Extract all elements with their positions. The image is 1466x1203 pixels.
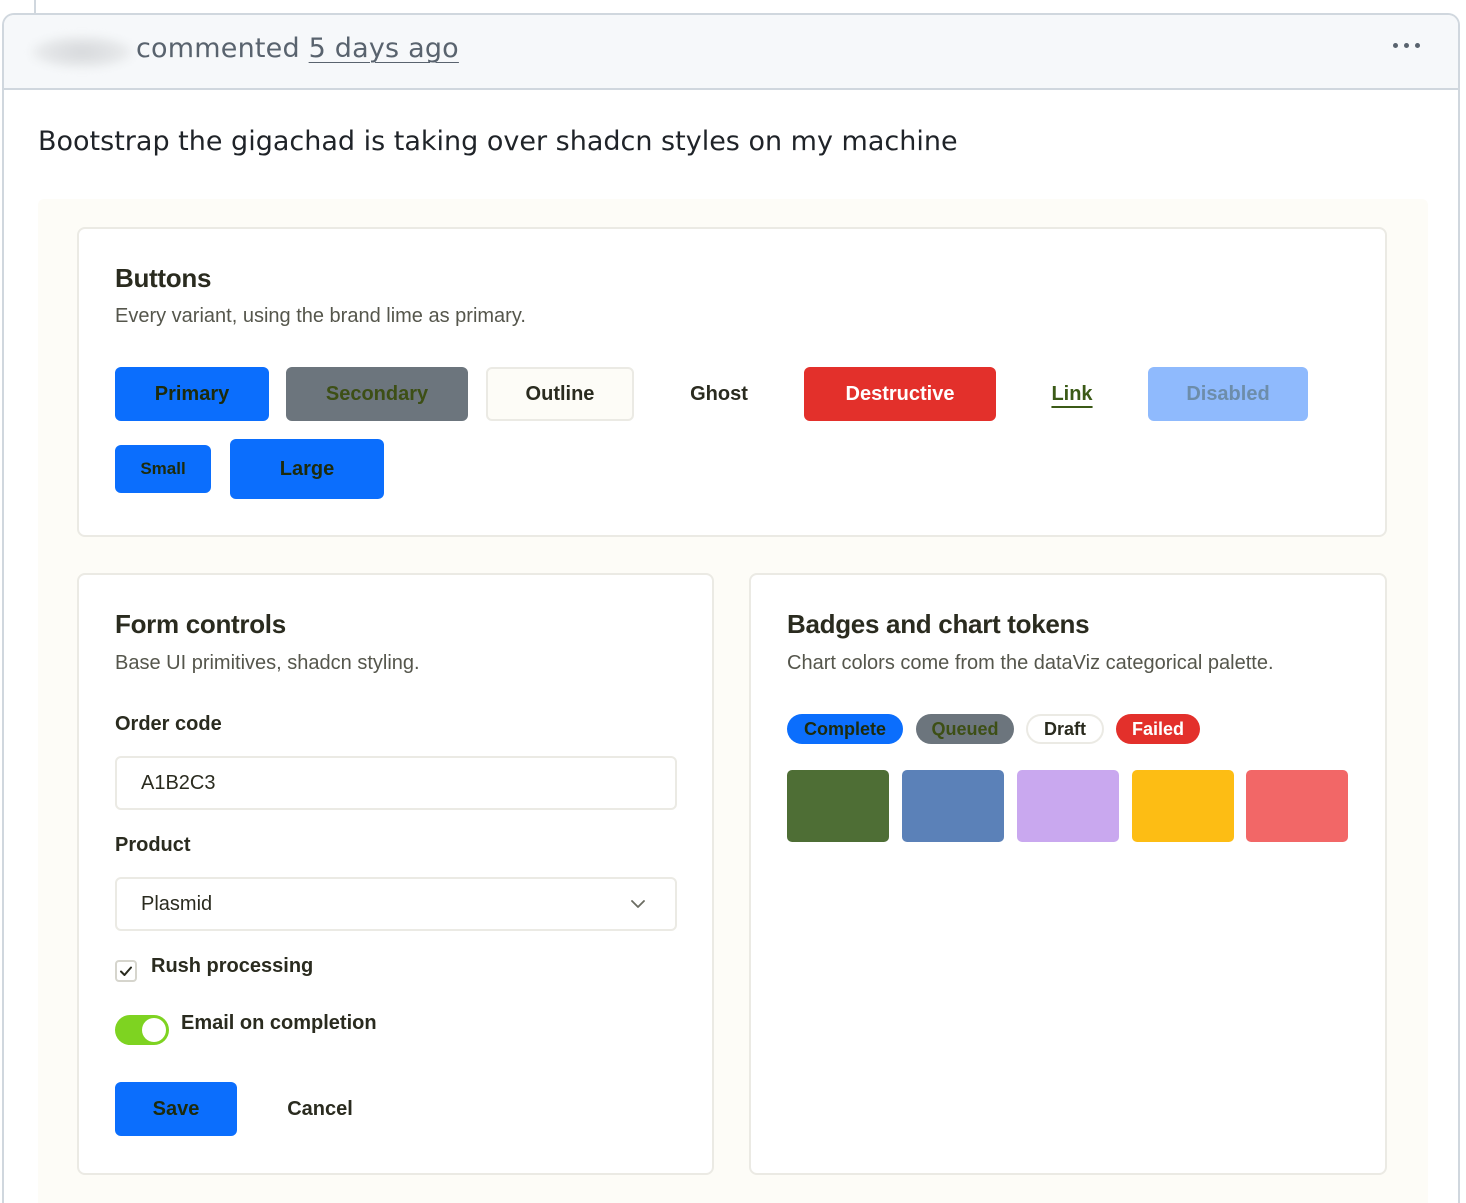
order-code-value: A1B2C3 [141, 771, 216, 794]
check-icon [120, 966, 132, 976]
comment-meta: commented 5 days ago [136, 33, 459, 64]
small-button[interactable]: Small [115, 445, 211, 493]
author-name-redacted [30, 35, 134, 69]
card-title: Badges and chart tokens [787, 609, 1090, 639]
screenshot-preview: Buttons Every variant, using the brand l… [38, 199, 1428, 1203]
product-selected-value: Plasmid [141, 892, 213, 915]
more-options-icon[interactable] [1389, 39, 1424, 52]
destructive-button[interactable]: Destructive [804, 367, 996, 421]
save-button[interactable]: Save [115, 1082, 237, 1136]
cancel-button[interactable]: Cancel [259, 1082, 381, 1136]
outline-button[interactable]: Outline [486, 367, 634, 421]
chart-color-swatch-2 [902, 770, 1004, 842]
card-description: Chart colors come from the dataViz categ… [787, 652, 1274, 674]
card-title: Buttons [115, 263, 212, 293]
comment-action: commented [136, 33, 300, 64]
dot [1415, 43, 1420, 48]
chart-color-swatch-3 [1017, 770, 1119, 842]
chart-color-swatch-5 [1246, 770, 1348, 842]
comment-body: Bootstrap the gigachad is taking over sh… [38, 126, 958, 157]
buttons-card: Buttons Every variant, using the brand l… [77, 227, 1387, 537]
ghost-button[interactable]: Ghost [651, 367, 787, 421]
badges-chart-tokens-card: Badges and chart tokens Chart colors com… [749, 573, 1387, 1175]
toggle-knob [142, 1018, 166, 1042]
secondary-button[interactable]: Secondary [286, 367, 468, 421]
badge-complete: Complete [787, 714, 903, 744]
chart-color-swatch-4 [1132, 770, 1234, 842]
comment-timestamp-link[interactable]: 5 days ago [309, 33, 459, 64]
product-label: Product [115, 834, 191, 856]
comment-header: commented 5 days ago [4, 15, 1458, 90]
card-description: Base UI primitives, shadcn styling. [115, 652, 420, 674]
order-code-label: Order code [115, 713, 222, 735]
primary-button[interactable]: Primary [115, 367, 269, 421]
email-on-completion-toggle[interactable] [115, 1015, 169, 1045]
comment-box: commented 5 days ago Bootstrap the gigac… [2, 13, 1460, 1203]
chart-color-swatch-1 [787, 770, 889, 842]
order-code-input[interactable]: A1B2C3 [115, 756, 677, 810]
chevron-down-icon [631, 900, 645, 908]
dot [1404, 43, 1409, 48]
email-on-completion-label[interactable]: Email on completion [181, 1012, 377, 1035]
form-controls-card: Form controls Base UI primitives, shadcn… [77, 573, 714, 1175]
product-select[interactable]: Plasmid [115, 877, 677, 931]
timeline-line [34, 0, 36, 14]
disabled-button: Disabled [1148, 367, 1308, 421]
large-button[interactable]: Large [230, 439, 384, 499]
card-title: Form controls [115, 609, 286, 639]
link-button[interactable]: Link [1019, 367, 1125, 421]
dot [1393, 43, 1398, 48]
rush-processing-label[interactable]: Rush processing [151, 955, 313, 978]
card-description: Every variant, using the brand lime as p… [115, 305, 526, 327]
badge-queued: Queued [916, 714, 1014, 744]
rush-processing-checkbox[interactable] [115, 960, 137, 982]
badge-draft: Draft [1026, 714, 1104, 744]
badge-failed: Failed [1116, 714, 1200, 744]
